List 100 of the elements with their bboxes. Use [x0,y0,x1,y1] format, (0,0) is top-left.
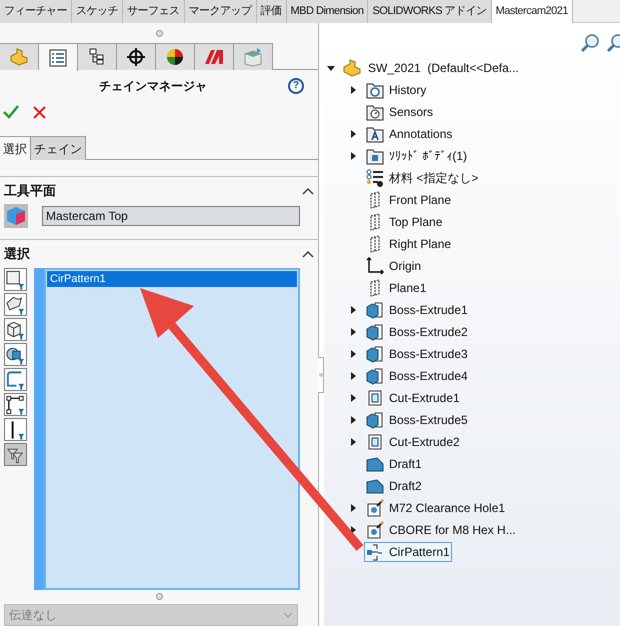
sub-tab[interactable]: 選択 [0,136,31,160]
collapse-caret-icon[interactable] [302,187,314,195]
resize-handle-icon[interactable] [156,30,162,37]
collapsed-arrow-icon[interactable] [349,504,357,512]
ribbon-tab[interactable]: MBD Dimension [286,0,368,23]
ribbon-tab[interactable]: サーフェス [123,0,184,23]
folder-gauge-icon [366,103,384,121]
selection-list[interactable]: CirPattern1 [44,268,300,590]
filter-button[interactable] [4,293,27,316]
hole-wizard-icon [366,499,384,517]
collapsed-arrow-icon[interactable] [349,130,357,138]
collapsed-arrow-icon[interactable] [349,394,357,402]
tree-item[interactable]: Top Plane [364,212,444,232]
loop-filter-icon [5,368,26,390]
splitter-grip[interactable] [318,356,324,392]
zoom-icon[interactable] [606,33,620,53]
ribbon-tab[interactable]: フィーチャー [0,0,72,23]
tree-item[interactable]: CirPattern1 [364,542,452,562]
ribbon-tab[interactable]: Mastercam2021 [492,0,573,23]
list-icon [49,48,67,67]
part-icon [9,48,29,66]
resize-handle-icon[interactable] [156,592,162,600]
collapsed-arrow-icon[interactable] [349,306,357,314]
tree-item[interactable]: Boss-Extrude2 [364,322,470,342]
tree-item[interactable]: Right Plane [364,234,454,254]
ok-check-icon[interactable] [3,105,19,120]
tree-item[interactable]: Plane1 [364,278,428,298]
extruded-block-icon [366,345,384,363]
extruded-block-icon [366,323,384,341]
expanded-arrow-icon[interactable] [327,64,335,72]
tree-item[interactable]: Sensors [364,102,436,122]
tree-item[interactable]: Draft2 [364,476,424,496]
section-heading: 工具平面 [4,182,56,200]
collapsed-arrow-icon[interactable] [349,350,357,358]
tree-structure-icon [88,48,106,66]
stripes-logo-icon [204,49,224,66]
part-icon [342,59,362,77]
tree-item[interactable]: Annotations [364,124,454,144]
tree-item[interactable]: History [364,80,428,100]
tree-item[interactable]: SW_2021 (Default<<Defa... [368,59,519,77]
collapsed-arrow-icon[interactable] [349,86,357,94]
ribbon-tab[interactable]: 評価 [256,0,286,23]
tree-item[interactable]: Cut-Extrude1 [364,388,462,408]
circular-pattern-icon [366,543,384,561]
panel-tab[interactable] [156,43,195,70]
tree-item[interactable]: Boss-Extrude4 [364,366,470,386]
tree-item[interactable]: Cut-Extrude2 [364,432,462,452]
draft-block-icon [366,477,384,495]
collapse-caret-icon[interactable] [302,250,314,258]
filter-button[interactable] [4,418,27,441]
hole-wizard-icon [366,521,384,539]
crosshair-icon [127,48,145,66]
ribbon-tab[interactable]: SOLIDWORKS アドイン [368,0,492,23]
zoom-fit-icon[interactable] [580,33,600,53]
axes-icon [366,257,384,275]
vertex-filter-icon [5,394,26,416]
panel-tab[interactable] [39,43,78,72]
tool-plane-field[interactable]: Mastercam Top [42,206,300,226]
ribbon-tab[interactable]: スケッチ [72,0,123,23]
sub-tab[interactable]: チェイン [31,136,86,160]
filter-button[interactable] [4,318,27,341]
filter-button[interactable] [4,343,27,366]
collapsed-arrow-icon[interactable] [349,526,357,534]
filter-button[interactable] [4,393,27,416]
extruded-block-icon [366,411,384,429]
tree-item[interactable]: Front Plane [364,190,454,210]
folder-clock-icon [366,81,384,99]
material-list-icon [366,169,384,187]
dropdown-caret-icon [283,612,293,618]
collapsed-arrow-icon[interactable] [349,372,357,380]
edge-filter-icon [5,268,26,290]
help-button[interactable]: ? [288,78,304,94]
cut-block-icon [366,389,384,407]
filter-button[interactable] [4,268,27,291]
collapsed-arrow-icon[interactable] [349,416,357,424]
list-item[interactable]: CirPattern1 [47,271,297,287]
tree-item[interactable]: CBORE for M8 Hex H... [364,520,518,540]
plane-cube-icon [4,204,28,228]
tree-item[interactable]: Origin [364,256,424,276]
panel-tab[interactable] [78,43,117,70]
panel-tab[interactable] [117,43,156,70]
folder-letter-icon [366,125,384,143]
ribbon-tab[interactable]: マークアップ [184,0,256,23]
cancel-x-icon[interactable] [33,106,46,119]
draft-block-icon [366,455,384,473]
folder-cube-icon [366,147,384,165]
tree-item[interactable]: Boss-Extrude5 [364,410,470,430]
tree-item[interactable]: Boss-Extrude3 [364,344,470,364]
panel-title: チェインマネージャ [98,78,208,95]
extruded-block-icon [366,367,384,385]
collapsed-arrow-icon[interactable] [349,328,357,336]
tree-item[interactable]: M72 Clearance Hole1 [364,498,508,518]
tree-item[interactable]: 材料 <指定なし> [364,168,480,188]
tree-item[interactable]: ｿﾘｯﾄﾞ ﾎﾞﾃﾞｨ(1) [364,146,469,166]
tree-item[interactable]: Boss-Extrude1 [364,300,470,320]
extruded-block-icon [366,301,384,319]
collapsed-arrow-icon[interactable] [349,438,357,446]
tree-item[interactable]: Draft1 [364,454,424,474]
color-ball-icon [166,48,184,66]
collapsed-arrow-icon[interactable] [349,152,357,160]
